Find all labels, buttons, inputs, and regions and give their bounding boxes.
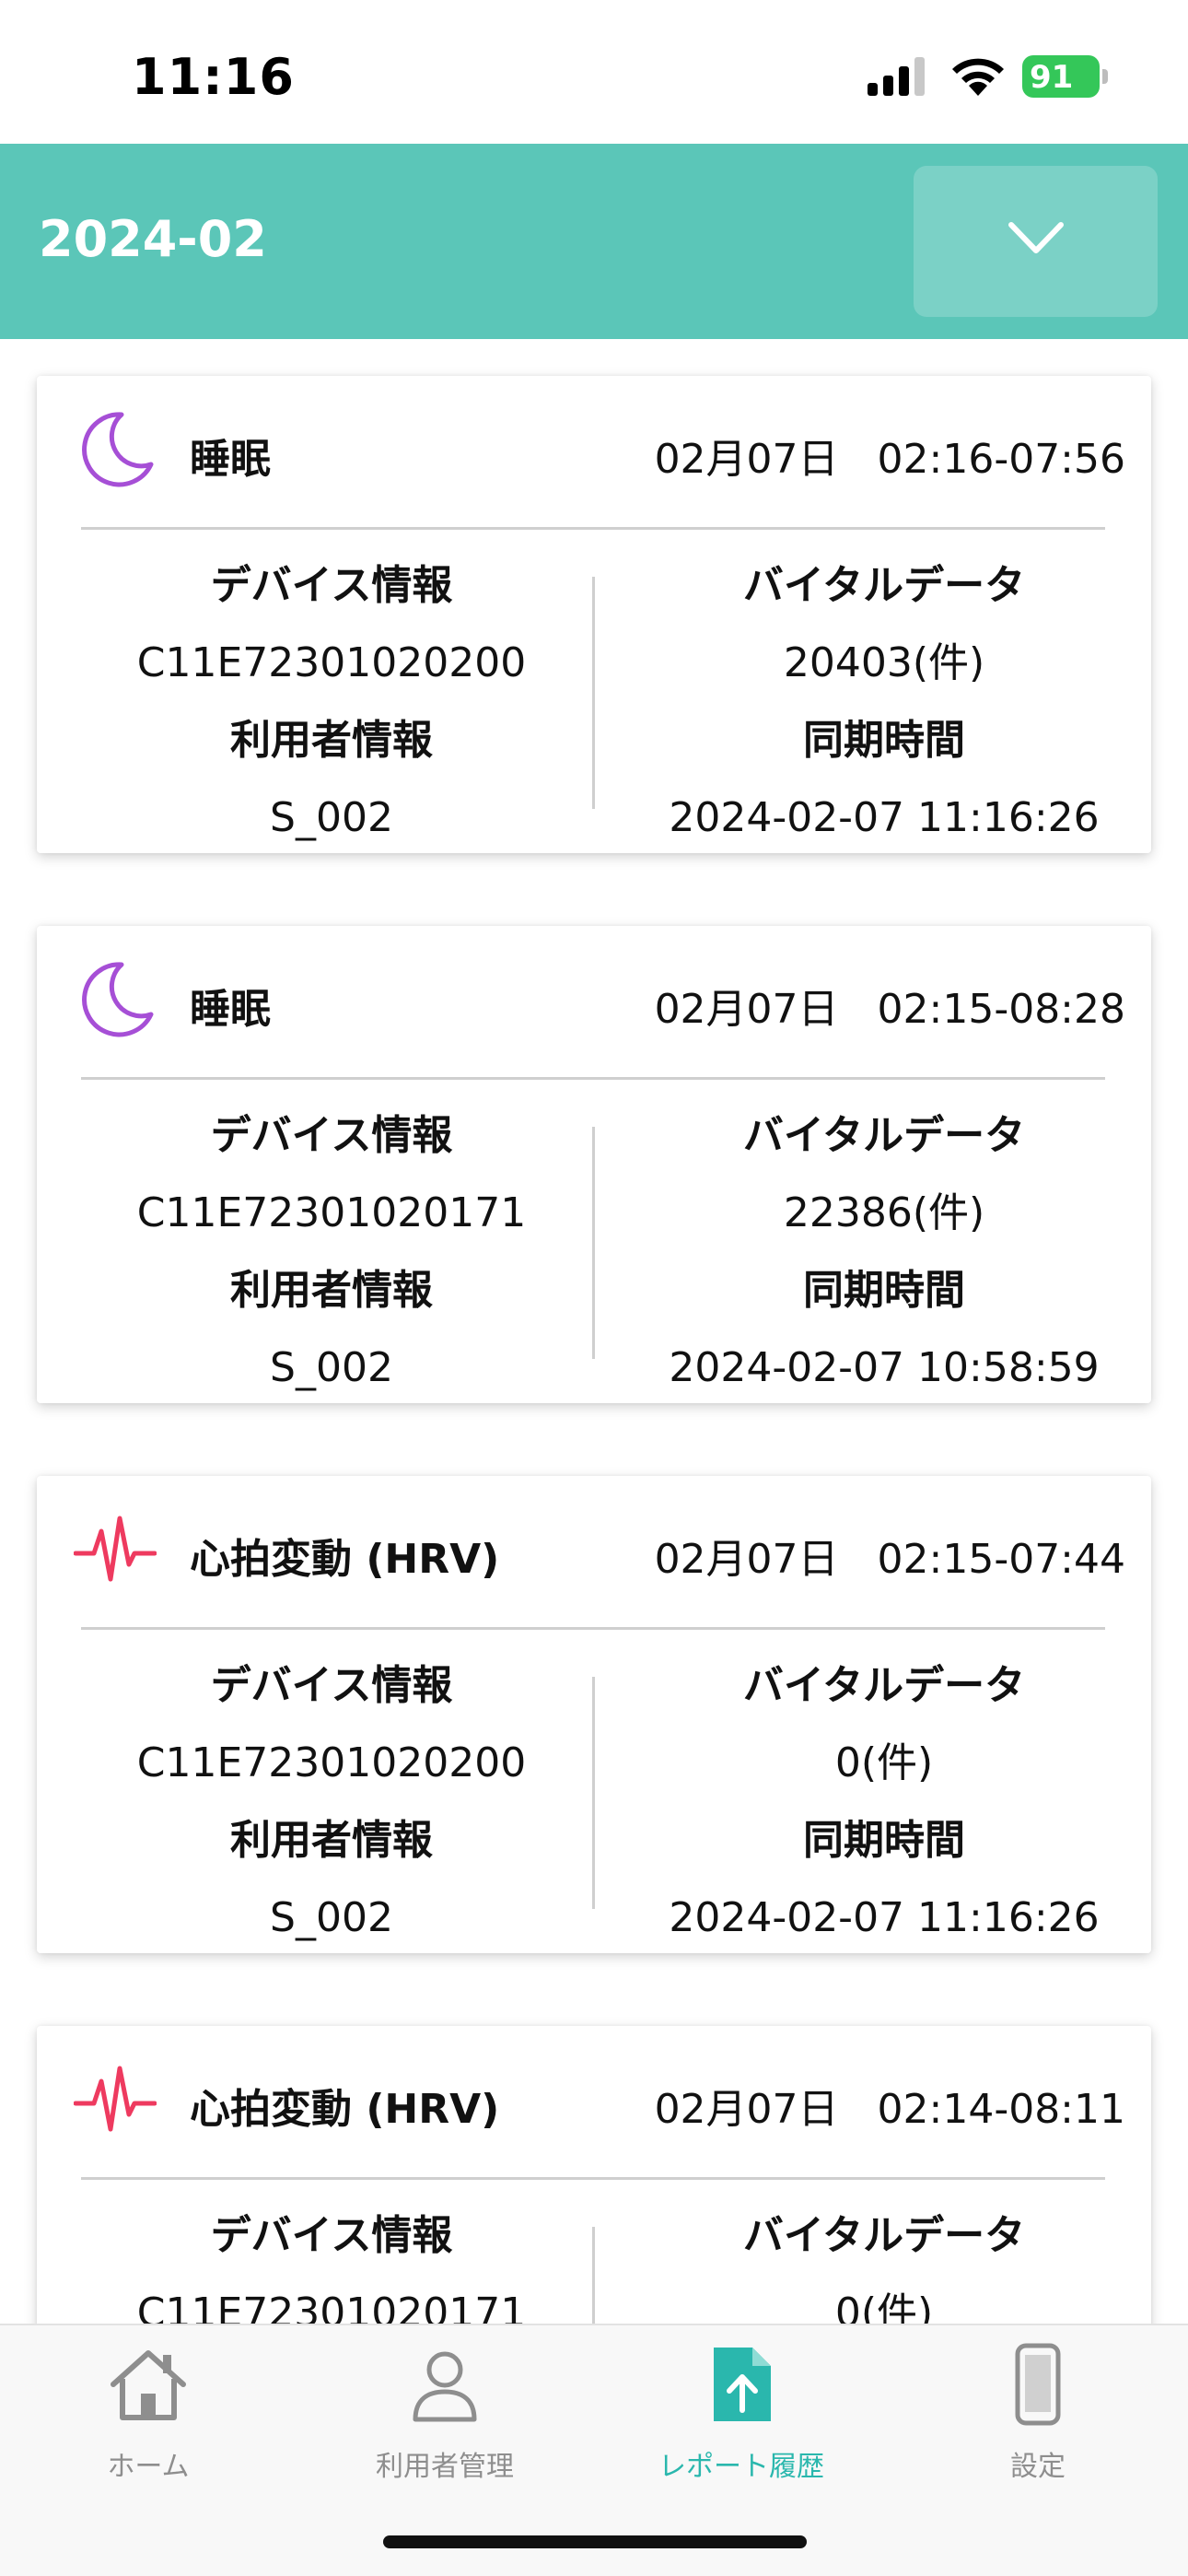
vital-sync-column: バイタルデータ 20403(件) 同期時間 2024-02-07 11:16:2… bbox=[626, 547, 1142, 857]
moon-icon bbox=[82, 412, 154, 487]
report-date: 02月07日 02:14-08:11 bbox=[654, 2086, 1125, 2133]
selected-month[interactable]: 2024-02 bbox=[39, 210, 267, 268]
device-user-column: デバイス情報 C11E72301020171 利用者情報 S_002 bbox=[74, 1097, 589, 1407]
screen: 11:16 91 2024-02 睡眠 02月07日 02:16-07:56 デ… bbox=[0, 0, 1188, 2576]
vital-count: 0(件) bbox=[834, 1739, 934, 1786]
person-icon bbox=[413, 2351, 477, 2422]
divider bbox=[81, 1077, 1105, 1080]
device-id: C11E72301020171 bbox=[136, 1189, 527, 1236]
cellular-signal-icon bbox=[868, 57, 925, 96]
user-info-label: 利用者情報 bbox=[230, 1267, 433, 1314]
vital-count: 0(件) bbox=[834, 2289, 934, 2324]
device-id: C11E72301020200 bbox=[136, 1739, 527, 1786]
sync-time-label: 同期時間 bbox=[803, 1267, 965, 1314]
column-divider bbox=[592, 1127, 595, 1359]
vital-sync-column: バイタルデータ 0(件) 同期時間 bbox=[626, 2197, 1142, 2324]
device-id: C11E72301020171 bbox=[136, 2289, 527, 2324]
vital-count: 20403(件) bbox=[783, 639, 985, 686]
tab-settings[interactable]: 設定 bbox=[890, 2325, 1186, 2510]
device-user-column: デバイス情報 C11E72301020200 利用者情報 S_002 bbox=[74, 1647, 589, 1957]
month-dropdown-button[interactable] bbox=[914, 166, 1158, 317]
user-id: S_002 bbox=[270, 1894, 393, 1941]
column-divider bbox=[592, 1677, 595, 1909]
user-id: S_002 bbox=[270, 794, 393, 841]
report-upload-icon bbox=[714, 2348, 771, 2421]
report-card[interactable]: 睡眠 02月07日 02:15-08:28 デバイス情報 C11E7230102… bbox=[37, 926, 1151, 1403]
house-icon bbox=[111, 2350, 186, 2420]
user-id: S_002 bbox=[270, 1344, 393, 1391]
chevron-down-icon bbox=[1008, 222, 1064, 253]
device-info-label: デバイス情報 bbox=[210, 1662, 453, 1709]
vital-data-label: バイタルデータ bbox=[742, 1662, 1026, 1709]
tab-label: レポート履歴 bbox=[658, 2451, 824, 2483]
report-card[interactable]: 心拍変動 (HRV) 02月07日 02:15-07:44 デバイス情報 C11… bbox=[37, 1476, 1151, 1953]
tab-label: ホーム bbox=[107, 2451, 190, 2483]
report-type: 睡眠 bbox=[190, 436, 271, 483]
sync-time: 2024-02-07 10:58:59 bbox=[669, 1344, 1100, 1391]
battery-icon: 91 bbox=[1022, 55, 1109, 98]
report-list[interactable]: 睡眠 02月07日 02:16-07:56 デバイス情報 C11E7230102… bbox=[0, 339, 1188, 2324]
moon-icon bbox=[82, 962, 154, 1037]
device-info-label: デバイス情報 bbox=[210, 1112, 453, 1159]
divider bbox=[81, 2177, 1105, 2180]
vital-sync-column: バイタルデータ 0(件) 同期時間 2024-02-07 11:16:26 bbox=[626, 1647, 1142, 1957]
wifi-icon bbox=[952, 58, 1004, 96]
column-divider bbox=[592, 2227, 595, 2324]
tab-report-history[interactable]: レポート履歴 bbox=[593, 2325, 890, 2510]
sync-time-label: 同期時間 bbox=[803, 717, 965, 764]
vital-data-label: バイタルデータ bbox=[742, 562, 1026, 609]
report-type: 睡眠 bbox=[190, 986, 271, 1033]
tab-label: 設定 bbox=[1010, 2451, 1066, 2483]
device-user-column: デバイス情報 C11E72301020171 利用者情報 bbox=[74, 2197, 589, 2324]
device-id: C11E72301020200 bbox=[136, 639, 527, 686]
divider bbox=[81, 527, 1105, 530]
device-info-label: デバイス情報 bbox=[210, 562, 453, 609]
report-card[interactable]: 睡眠 02月07日 02:16-07:56 デバイス情報 C11E7230102… bbox=[37, 376, 1151, 853]
home-indicator[interactable] bbox=[383, 2535, 807, 2548]
vital-data-label: バイタルデータ bbox=[742, 1112, 1026, 1159]
month-header: 2024-02 bbox=[0, 144, 1188, 339]
device-info-label: デバイス情報 bbox=[210, 2212, 453, 2259]
sync-time: 2024-02-07 11:16:26 bbox=[669, 794, 1100, 841]
report-type: 心拍変動 (HRV) bbox=[190, 1536, 500, 1583]
device-user-column: デバイス情報 C11E72301020200 利用者情報 S_002 bbox=[74, 547, 589, 857]
sync-time-label: 同期時間 bbox=[803, 1817, 965, 1864]
vital-data-label: バイタルデータ bbox=[742, 2212, 1026, 2259]
report-date: 02月07日 02:16-07:56 bbox=[654, 436, 1125, 483]
tab-home[interactable]: ホーム bbox=[0, 2325, 297, 2510]
user-info-label: 利用者情報 bbox=[230, 717, 433, 764]
column-divider bbox=[592, 577, 595, 809]
report-date: 02月07日 02:15-08:28 bbox=[654, 986, 1125, 1033]
smartphone-icon bbox=[1015, 2343, 1061, 2426]
report-type: 心拍変動 (HRV) bbox=[190, 2086, 500, 2133]
heartbeat-icon bbox=[74, 1516, 157, 1582]
user-info-label: 利用者情報 bbox=[230, 1817, 433, 1864]
battery-level: 91 bbox=[1030, 59, 1074, 96]
report-card[interactable]: 心拍変動 (HRV) 02月07日 02:14-08:11 デバイス情報 C11… bbox=[37, 2026, 1151, 2324]
divider bbox=[81, 1627, 1105, 1630]
vital-count: 22386(件) bbox=[783, 1189, 985, 1236]
status-bar: 11:16 91 bbox=[0, 0, 1188, 144]
sync-time: 2024-02-07 11:16:26 bbox=[669, 1894, 1100, 1941]
tab-label: 利用者管理 bbox=[376, 2451, 514, 2483]
heartbeat-icon bbox=[74, 2066, 157, 2132]
tab-user-management[interactable]: 利用者管理 bbox=[297, 2325, 593, 2510]
report-date: 02月07日 02:15-07:44 bbox=[654, 1536, 1125, 1583]
vital-sync-column: バイタルデータ 22386(件) 同期時間 2024-02-07 10:58:5… bbox=[626, 1097, 1142, 1407]
status-time: 11:16 bbox=[132, 48, 295, 106]
